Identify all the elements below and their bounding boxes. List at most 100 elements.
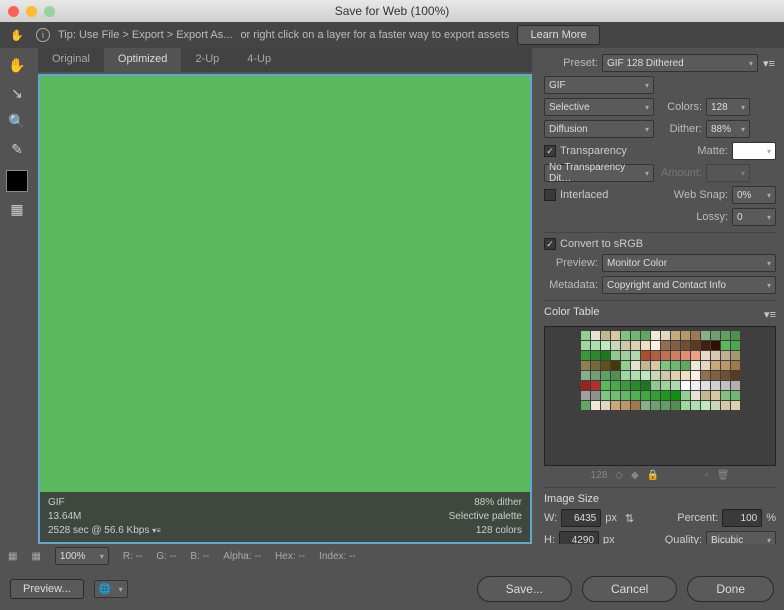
color-swatch[interactable] — [671, 361, 680, 370]
color-swatch[interactable] — [621, 351, 630, 360]
color-swatch[interactable] — [581, 381, 590, 390]
color-swatch[interactable] — [731, 341, 740, 350]
color-swatch[interactable] — [581, 341, 590, 350]
color-swatch[interactable] — [621, 361, 630, 370]
color-swatch[interactable] — [641, 401, 650, 410]
color-swatch[interactable] — [681, 331, 690, 340]
color-swatch[interactable] — [651, 381, 660, 390]
color-swatch[interactable] — [711, 391, 720, 400]
color-swatch[interactable] — [691, 371, 700, 380]
color-swatch[interactable] — [671, 331, 680, 340]
color-swatch[interactable] — [601, 381, 610, 390]
transparency-checkbox[interactable]: ✓ — [544, 145, 556, 157]
color-swatch[interactable] — [631, 381, 640, 390]
color-swatch[interactable] — [661, 341, 670, 350]
color-swatch[interactable] — [651, 331, 660, 340]
save-button[interactable]: Save... — [477, 576, 572, 602]
preset-menu-icon[interactable]: ▾≡ — [762, 57, 776, 70]
zoom-tool[interactable]: 🔍 — [6, 110, 28, 132]
color-swatch[interactable] — [731, 371, 740, 380]
color-swatch[interactable] — [611, 371, 620, 380]
color-swatch[interactable] — [601, 371, 610, 380]
color-swatch[interactable] — [661, 361, 670, 370]
dither-select[interactable]: 88% — [706, 120, 750, 138]
color-swatch[interactable] — [701, 381, 710, 390]
color-swatch[interactable] — [671, 351, 680, 360]
colors-select[interactable]: 128 — [706, 98, 750, 116]
color-swatch[interactable] — [591, 351, 600, 360]
color-swatch[interactable] — [581, 361, 590, 370]
preview-profile-select[interactable]: Monitor Color — [602, 254, 776, 272]
color-swatch[interactable] — [701, 361, 710, 370]
color-swatch[interactable] — [641, 391, 650, 400]
eyedropper-tool[interactable]: ✎ — [6, 138, 28, 160]
color-swatch[interactable] — [631, 361, 640, 370]
color-swatch[interactable] — [601, 331, 610, 340]
color-swatch[interactable] — [711, 401, 720, 410]
color-swatch[interactable] — [661, 331, 670, 340]
color-swatch[interactable] — [721, 381, 730, 390]
color-swatch[interactable] — [581, 401, 590, 410]
color-swatch[interactable] — [591, 341, 600, 350]
color-swatch[interactable] — [711, 371, 720, 380]
color-swatch[interactable] — [611, 391, 620, 400]
color-swatch[interactable] — [721, 341, 730, 350]
color-swatch[interactable] — [581, 331, 590, 340]
color-swatch[interactable] — [671, 391, 680, 400]
color-swatch[interactable] — [601, 401, 610, 410]
color-swatch[interactable] — [601, 391, 610, 400]
color-swatch[interactable] — [641, 371, 650, 380]
color-swatch[interactable] — [701, 351, 710, 360]
color-swatch[interactable] — [601, 351, 610, 360]
websnap-select[interactable]: 0% — [732, 186, 776, 204]
color-swatch[interactable] — [671, 401, 680, 410]
percent-input[interactable] — [722, 509, 762, 527]
tab-4up[interactable]: 4-Up — [233, 48, 285, 72]
color-swatch[interactable] — [621, 341, 630, 350]
color-swatch[interactable] — [671, 341, 680, 350]
color-swatch[interactable] — [691, 361, 700, 370]
slice-tool[interactable]: ↘ — [6, 82, 28, 104]
lossy-select[interactable]: 0 — [732, 208, 776, 226]
colortable-menu-icon[interactable]: ▾≡ — [764, 308, 776, 321]
color-swatch[interactable] — [691, 351, 700, 360]
hand-tool[interactable]: ✋ — [6, 54, 28, 76]
color-swatch[interactable] — [681, 341, 690, 350]
color-swatch[interactable] — [731, 351, 740, 360]
srgb-checkbox[interactable]: ✓ — [544, 238, 556, 250]
tab-optimized[interactable]: Optimized — [104, 48, 182, 72]
diffusion-select[interactable]: Diffusion — [544, 120, 654, 138]
tab-original[interactable]: Original — [38, 48, 104, 72]
color-swatch[interactable] — [721, 351, 730, 360]
color-swatch[interactable] — [611, 351, 620, 360]
color-swatch[interactable] — [611, 331, 620, 340]
color-swatch[interactable] — [731, 361, 740, 370]
color-swatch[interactable] — [681, 351, 690, 360]
color-swatch[interactable] — [641, 361, 650, 370]
color-swatch[interactable] — [591, 381, 600, 390]
preview-button[interactable]: Preview... — [10, 579, 84, 599]
link-icon[interactable]: ⇅ — [625, 512, 634, 525]
color-swatch[interactable] — [651, 341, 660, 350]
learn-more-button[interactable]: Learn More — [517, 25, 599, 45]
color-swatch[interactable] — [581, 371, 590, 380]
color-swatch[interactable] — [641, 331, 650, 340]
color-swatch[interactable] — [701, 341, 710, 350]
color-swatch[interactable] — [671, 381, 680, 390]
color-swatch[interactable] — [611, 361, 620, 370]
color-swatch[interactable] — [631, 341, 640, 350]
color-swatch[interactable] — [611, 401, 620, 410]
trans-dither-select[interactable]: No Transparency Dit… — [544, 164, 654, 182]
color-swatch[interactable] — [721, 331, 730, 340]
matte-select[interactable] — [732, 142, 776, 160]
color-swatch[interactable] — [591, 401, 600, 410]
cancel-button[interactable]: Cancel — [582, 576, 677, 602]
color-swatch[interactable] — [681, 391, 690, 400]
color-swatch[interactable] — [691, 391, 700, 400]
color-swatch[interactable] — [631, 371, 640, 380]
color-swatch[interactable] — [641, 351, 650, 360]
color-swatch[interactable] — [671, 371, 680, 380]
preview-canvas[interactable]: GIF 13.64M 2528 sec @ 56.6 Kbps ▾≡ 88% d… — [38, 74, 532, 544]
color-swatch[interactable] — [721, 401, 730, 410]
reduction-select[interactable]: Selective — [544, 98, 654, 116]
